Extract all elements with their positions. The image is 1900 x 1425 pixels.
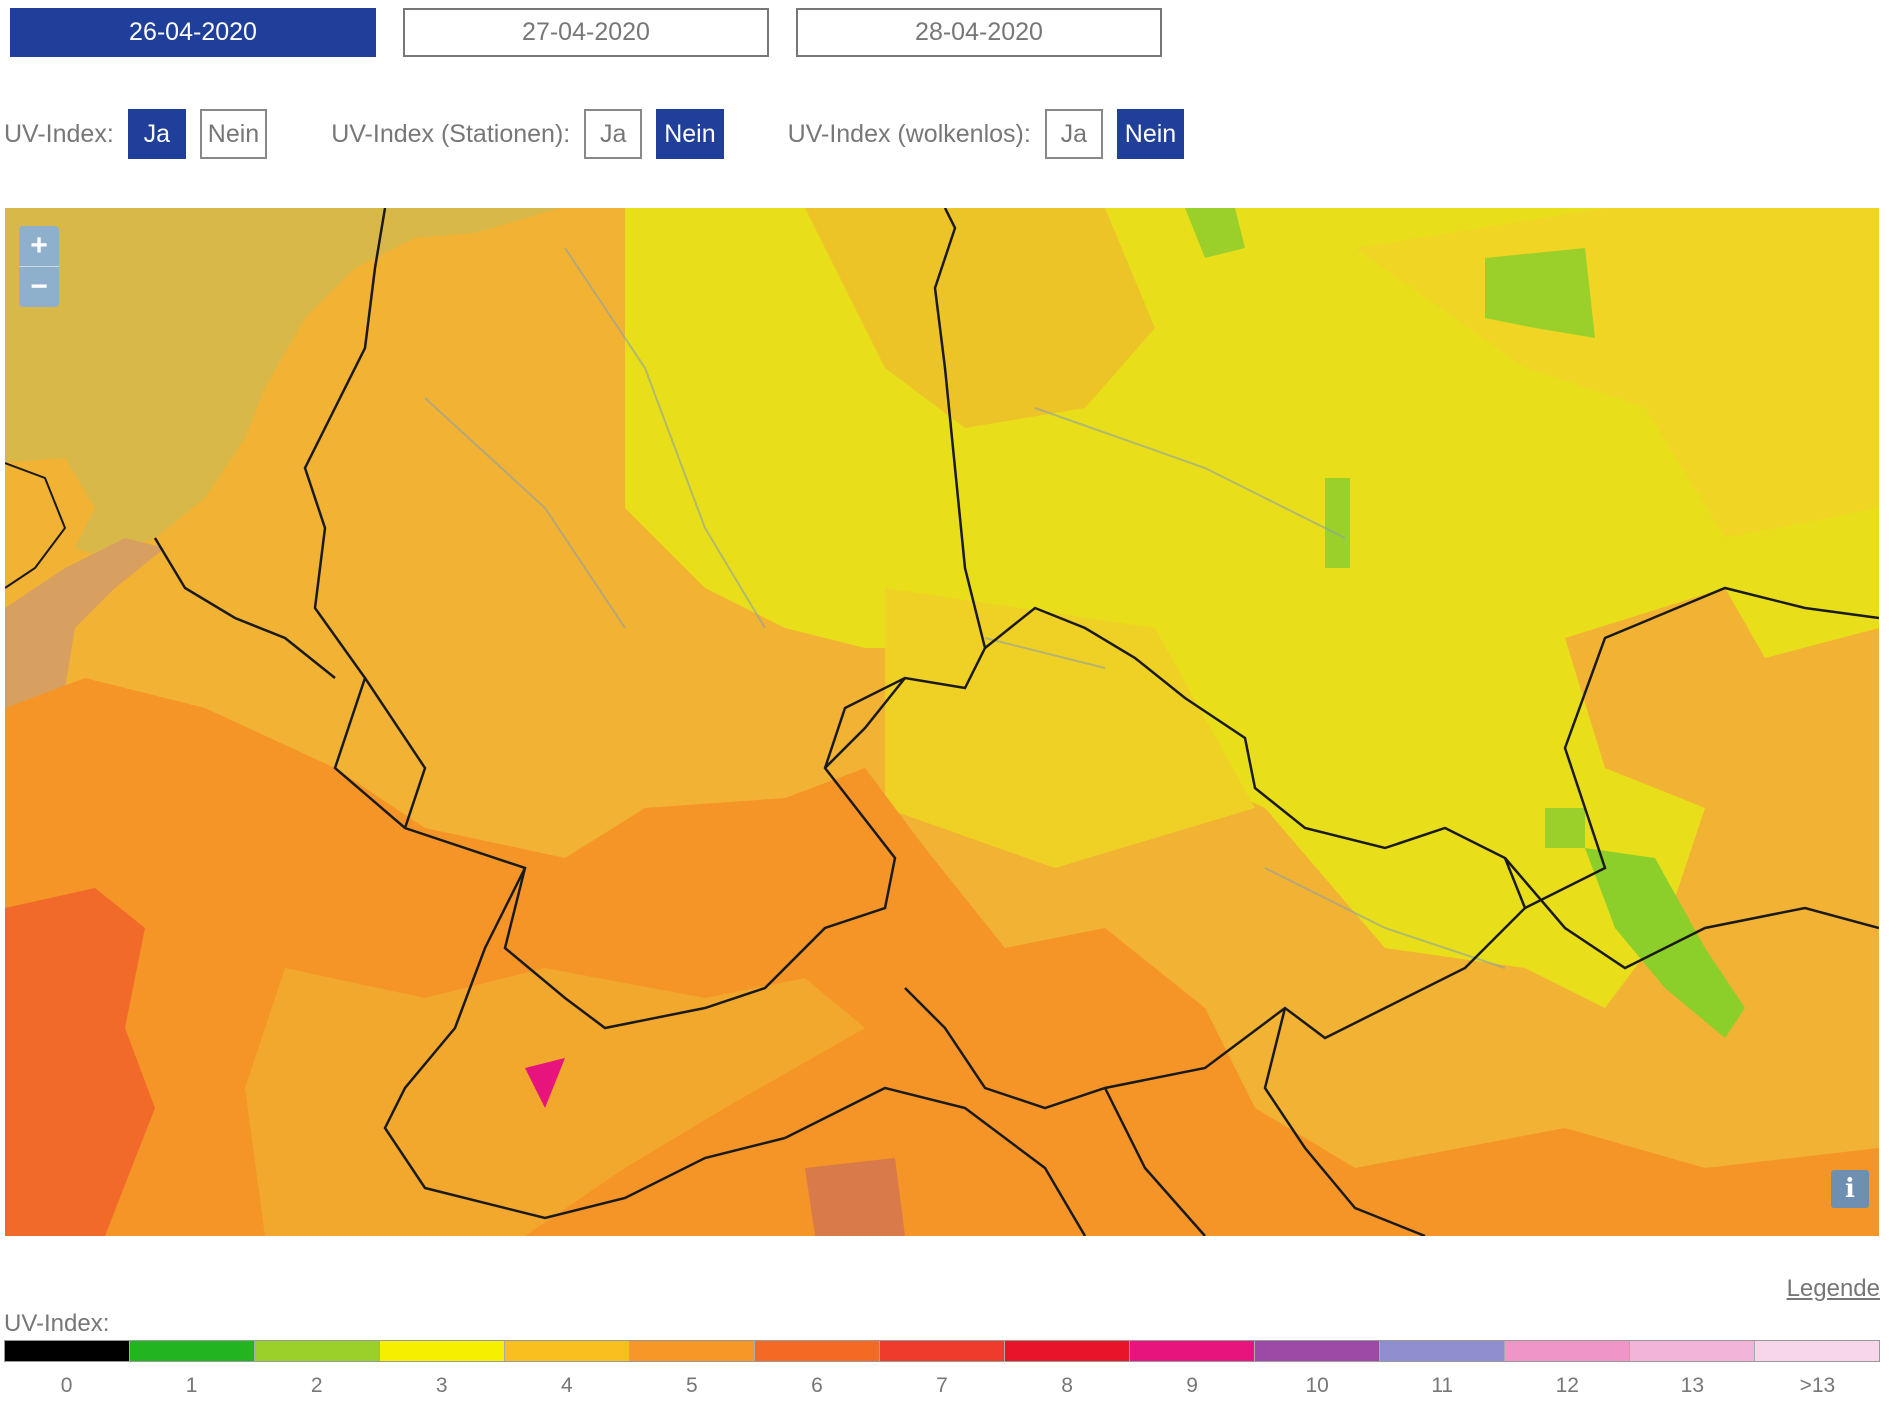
scale-swatch-11 [1380, 1341, 1505, 1361]
scale-title: UV-Index: [4, 1310, 110, 1337]
scale-label: 10 [1305, 1374, 1329, 1397]
info-button[interactable]: i [1831, 1170, 1869, 1208]
toggle-no-button[interactable]: Nein [1116, 109, 1185, 159]
scale-label: 12 [1555, 1374, 1579, 1397]
scale-swatch-5 [630, 1341, 755, 1361]
date-tab-2[interactable]: 28-04-2020 [796, 8, 1162, 57]
scale-label: >13 [1799, 1374, 1836, 1397]
uv-scale-labels: 0 1 2 3 4 5 6 7 8 9 10 11 12 13 >13 [4, 1374, 1880, 1398]
scale-label: 5 [686, 1374, 698, 1397]
scale-swatch-9 [1130, 1341, 1255, 1361]
scale-label: 11 [1431, 1374, 1454, 1397]
scale-label: 3 [435, 1374, 448, 1397]
green-patch [1545, 808, 1585, 848]
scale-label: 9 [1186, 1374, 1198, 1397]
layer-toggles: UV-Index: Ja Nein UV-Index (Stationen): … [4, 107, 1248, 161]
scale-swatch-7 [880, 1341, 1005, 1361]
toggle-yes-button[interactable]: Ja [584, 109, 643, 159]
toggle-no-button[interactable]: Nein [199, 109, 268, 159]
map-canvas [5, 208, 1879, 1236]
toggle-label: UV-Index (wolkenlos): [787, 119, 1031, 148]
uv-index-map[interactable]: + − i [5, 208, 1879, 1236]
toggle-uv-index: UV-Index: Ja Nein [4, 109, 281, 159]
adriatic-area [805, 1158, 905, 1236]
scale-label: 4 [560, 1374, 573, 1397]
scale-swatch-4 [505, 1341, 630, 1361]
scale-swatch-6 [755, 1341, 880, 1361]
toggle-uv-index-cloudless: UV-Index (wolkenlos): Ja Nein [788, 109, 1199, 159]
zoom-out-button[interactable]: − [19, 267, 59, 307]
toggle-no-button[interactable]: Nein [656, 109, 724, 159]
zoom-in-button[interactable]: + [19, 226, 59, 267]
scale-swatch-1 [130, 1341, 255, 1361]
scale-label: 13 [1680, 1374, 1705, 1397]
scale-swatch-3 [380, 1341, 505, 1361]
uv-color-scale [4, 1340, 1880, 1362]
scale-swatch-8 [1005, 1341, 1130, 1361]
toggle-uv-index-stations: UV-Index (Stationen): Ja Nein [331, 109, 737, 159]
scale-label: 2 [310, 1374, 323, 1397]
date-tab-0[interactable]: 26-04-2020 [10, 8, 376, 57]
legend-link[interactable]: Legende [1787, 1275, 1880, 1303]
scale-swatch-13 [1630, 1341, 1755, 1361]
scale-label: 6 [811, 1374, 823, 1397]
scale-swatch-gt13 [1755, 1341, 1879, 1361]
toggle-label: UV-Index: [4, 119, 114, 148]
zoom-control: + − [19, 226, 59, 307]
scale-swatch-0 [5, 1341, 130, 1361]
scale-label: 8 [1061, 1374, 1073, 1397]
scale-swatch-10 [1255, 1341, 1380, 1361]
scale-label: 7 [936, 1374, 948, 1397]
scale-swatch-12 [1505, 1341, 1630, 1361]
green-patch [1325, 478, 1350, 568]
scale-label: 0 [60, 1374, 73, 1397]
scale-label: 1 [185, 1374, 198, 1397]
toggle-yes-button[interactable]: Ja [127, 109, 186, 159]
scale-swatch-2 [255, 1341, 380, 1361]
toggle-yes-button[interactable]: Ja [1044, 109, 1103, 159]
date-tabs: 26-04-2020 27-04-2020 28-04-2020 [10, 8, 1162, 57]
date-tab-1[interactable]: 27-04-2020 [403, 8, 769, 57]
toggle-label: UV-Index (Stationen): [331, 119, 571, 148]
